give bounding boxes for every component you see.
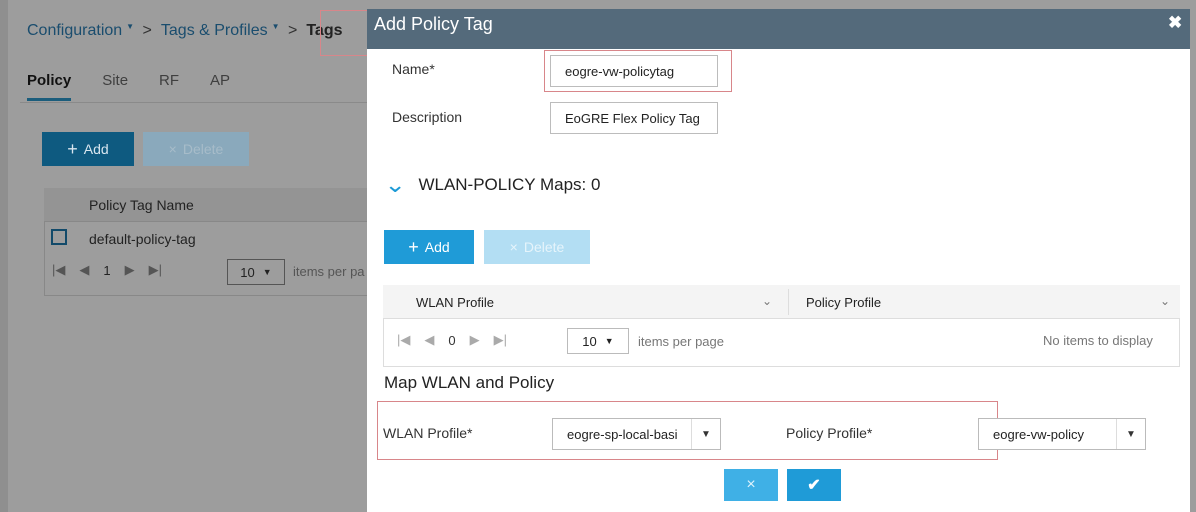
first-page-icon[interactable]: |◀: [52, 262, 65, 278]
tab-rf[interactable]: RF: [159, 72, 179, 101]
wlan-profile-label: WLAN Profile*: [383, 425, 473, 441]
wlan-policy-maps-title: WLAN-POLICY Maps: 0: [418, 175, 601, 194]
tab-bar: Policy Site RF AP: [27, 72, 261, 101]
dialog-title: Add Policy Tag: [374, 14, 493, 34]
chevron-right-icon: >: [138, 22, 152, 39]
name-label: Name*: [392, 61, 435, 77]
chevron-down-icon: ⌄: [384, 172, 407, 197]
page-number: 0: [448, 332, 456, 348]
table-row[interactable]: default-policy-tag: [89, 231, 196, 247]
add-label: Add: [83, 141, 109, 157]
x-icon: ×: [746, 476, 756, 493]
page-size-select[interactable]: 10 ▼: [567, 328, 629, 354]
map-section-title: Map WLAN and Policy: [384, 373, 555, 392]
plus-icon: +: [67, 138, 78, 159]
wlan-policy-maps-header[interactable]: ⌄ WLAN-POLICY Maps: 0: [384, 172, 601, 198]
add-button[interactable]: + Add: [42, 132, 134, 166]
empty-state-text: No items to display: [1043, 333, 1153, 348]
delete-map-button[interactable]: × Delete: [484, 230, 590, 264]
items-per-page-label: items per page: [638, 334, 724, 349]
chevron-down-icon[interactable]: ⌄: [1160, 294, 1170, 308]
confirm-button[interactable]: ✔: [787, 469, 841, 501]
row-checkbox[interactable]: [51, 229, 67, 245]
items-per-page-label: items per pa: [293, 264, 365, 279]
tab-ap[interactable]: AP: [210, 72, 230, 101]
caret-down-icon: ▼: [1116, 419, 1145, 449]
plus-icon: +: [408, 236, 419, 257]
next-page-icon[interactable]: ▶: [470, 332, 480, 348]
delete-button[interactable]: × Delete: [143, 132, 249, 166]
pager: |◀ ◀ 0 ▶ ▶|: [397, 332, 507, 348]
tab-policy[interactable]: Policy: [27, 72, 72, 101]
breadcrumb-tags-profiles[interactable]: Tags & Profiles: [161, 22, 268, 40]
wlan-profile-select[interactable]: eogre-sp-local-basi ▼: [552, 418, 721, 450]
column-header-policy-tag-name[interactable]: Policy Tag Name: [89, 197, 194, 213]
breadcrumb: Configuration ▼ > Tags & Profiles ▼ > Ta…: [27, 18, 342, 44]
page-number: 1: [103, 262, 111, 278]
checkmark-icon: ✔: [807, 477, 821, 494]
next-page-icon[interactable]: ▶: [125, 262, 135, 278]
pager: |◀ ◀ 1 ▶ ▶|: [52, 262, 162, 278]
left-edge: [0, 0, 8, 512]
chevron-right-icon: >: [283, 22, 298, 39]
caret-down-icon: ▼: [604, 336, 614, 346]
column-divider: [788, 289, 789, 315]
policy-profile-value: eogre-vw-policy: [993, 426, 1085, 442]
tab-site[interactable]: Site: [102, 72, 128, 101]
prev-page-icon[interactable]: ◀: [79, 262, 89, 278]
delete-label: Delete: [182, 141, 224, 157]
breadcrumb-configuration[interactable]: Configuration: [27, 22, 122, 40]
caret-down-icon: ▼: [262, 267, 272, 277]
column-header-wlan-profile[interactable]: WLAN Profile: [416, 295, 494, 310]
page-size-value: 10: [240, 264, 255, 280]
add-map-button[interactable]: + Add: [384, 230, 474, 264]
caret-down-icon: ▼: [271, 21, 280, 31]
cancel-button[interactable]: ×: [724, 469, 778, 501]
column-header-policy-profile[interactable]: Policy Profile: [806, 295, 881, 310]
close-icon[interactable]: ✖: [1168, 13, 1182, 33]
first-page-icon[interactable]: |◀: [397, 332, 410, 348]
caret-down-icon: ▼: [126, 21, 135, 31]
wlan-profile-value: eogre-sp-local-basi: [567, 426, 678, 442]
table-header: [383, 285, 1180, 319]
prev-page-icon[interactable]: ◀: [424, 332, 434, 348]
x-icon: ×: [168, 141, 177, 157]
last-page-icon[interactable]: ▶|: [149, 262, 162, 278]
description-label: Description: [392, 109, 463, 125]
add-label: Add: [424, 239, 450, 255]
chevron-down-icon[interactable]: ⌄: [762, 294, 772, 308]
description-input[interactable]: EoGRE Flex Policy Tag: [550, 102, 718, 134]
policy-profile-select[interactable]: eogre-vw-policy ▼: [978, 418, 1146, 450]
page-size-select[interactable]: 10 ▼: [227, 259, 285, 285]
caret-down-icon: ▼: [691, 419, 720, 449]
last-page-icon[interactable]: ▶|: [494, 332, 507, 348]
page-size-value: 10: [582, 333, 597, 349]
tab-divider: [20, 102, 370, 103]
name-input[interactable]: eogre-vw-policytag: [550, 55, 718, 87]
policy-profile-label: Policy Profile*: [786, 425, 873, 441]
delete-label: Delete: [523, 239, 565, 255]
x-icon: ×: [509, 239, 518, 255]
